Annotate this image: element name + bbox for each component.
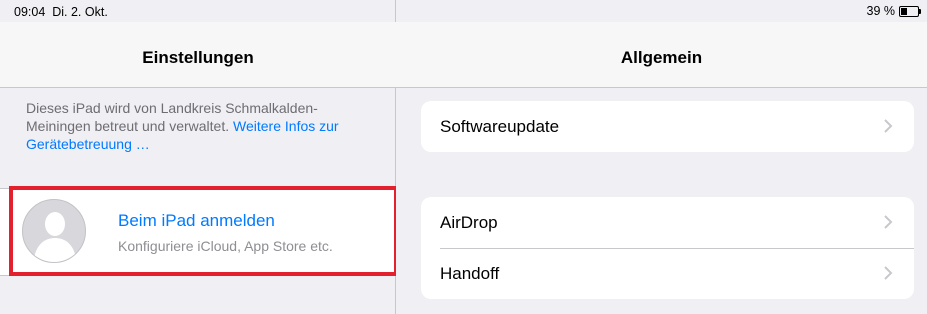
status-date: Di. 2. Okt. (52, 5, 108, 19)
battery-level (901, 7, 908, 15)
detail-title: Allgemein (620, 48, 703, 67)
sidebar-nav-bar: Einstellungen (0, 22, 396, 88)
status-time-date: 09:04 Di. 2. Okt. (14, 5, 108, 19)
row-label: AirDrop (440, 212, 498, 232)
status-time: 09:04 (14, 5, 46, 19)
sign-in-to-ipad-row[interactable]: Beim iPad anmelden Konfiguriere iCloud, … (0, 188, 396, 276)
general-settings-pane: Allgemein Softwareupdate AirDrop Handoff (396, 0, 927, 314)
row-label: Softwareupdate (440, 116, 560, 136)
software-update-row[interactable]: Softwareupdate (421, 101, 914, 152)
settings-group-update: Softwareupdate (421, 101, 914, 152)
person-silhouette-icon (22, 199, 86, 263)
battery-cap (919, 8, 921, 14)
row-label: Handoff (440, 263, 500, 283)
airdrop-row[interactable]: AirDrop (421, 197, 914, 248)
settings-group-sharing: AirDrop Handoff (421, 197, 914, 299)
chevron-right-icon (884, 215, 893, 229)
battery-icon (899, 5, 921, 17)
chevron-right-icon (884, 266, 893, 280)
battery-percent: 39 % (866, 4, 896, 18)
chevron-right-icon (884, 119, 893, 133)
status-battery: 39 % (866, 4, 921, 18)
sidebar-title: Einstellungen (142, 48, 254, 67)
sign-in-subtitle: Konfiguriere iCloud, App Store etc. (118, 238, 333, 254)
handoff-row[interactable]: Handoff (421, 248, 914, 299)
managed-device-note: Dieses iPad wird von Landkreis Schmalkal… (26, 99, 381, 153)
status-bar: 09:04 Di. 2. Okt. 39 % (0, 0, 927, 22)
detail-nav-bar: Allgemein (396, 22, 927, 88)
settings-sidebar: Einstellungen Dieses iPad wird von Landk… (0, 0, 398, 314)
sign-in-title: Beim iPad anmelden (118, 211, 275, 230)
